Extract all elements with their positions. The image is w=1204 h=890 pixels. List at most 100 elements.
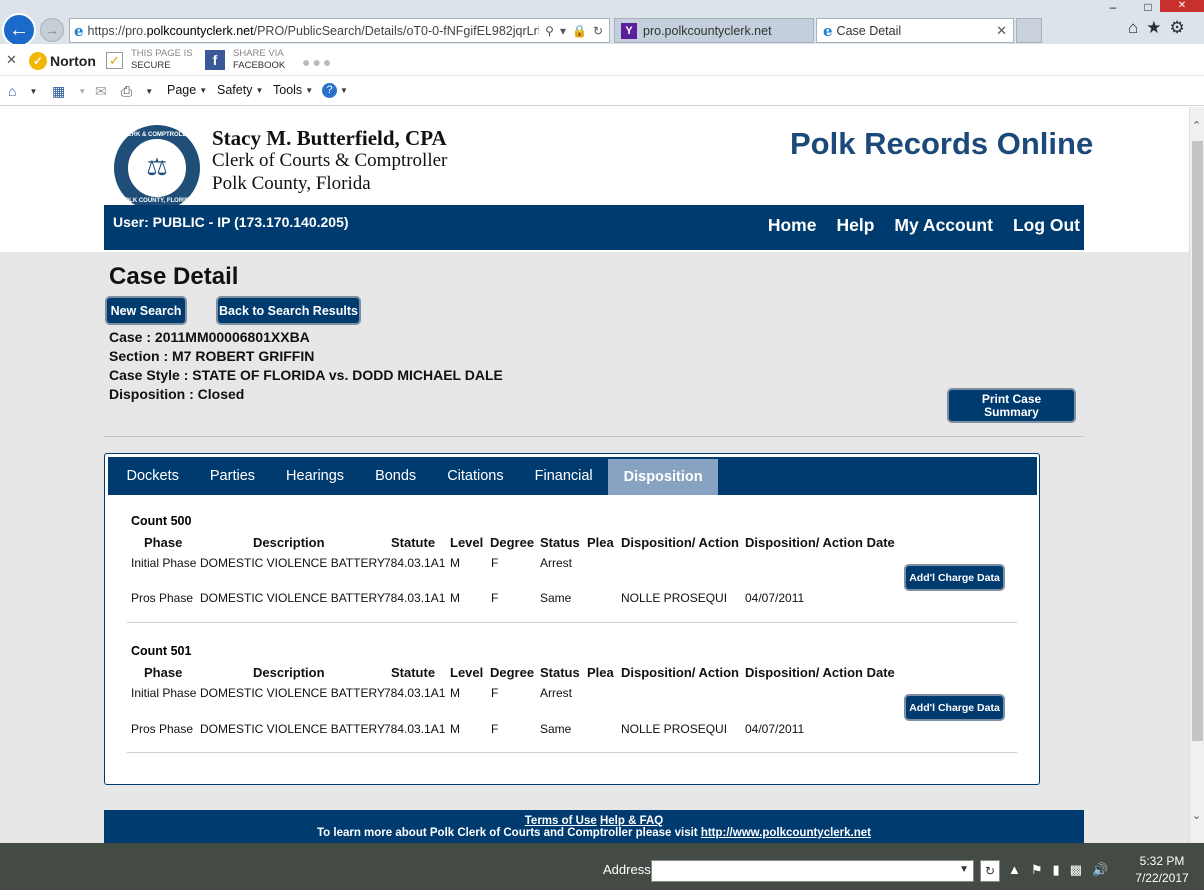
tools-menu[interactable]: Tools ▼	[273, 83, 313, 97]
clerk-website-link[interactable]: http://www.polkcountyclerk.net	[701, 827, 871, 839]
norton-button[interactable]: ✓ Norton	[29, 49, 96, 73]
page-secure-badge[interactable]: ✓ THIS PAGE IS SECURE	[106, 48, 193, 72]
help-menu[interactable]: ? ▼	[322, 83, 348, 98]
dropdown-icon[interactable]: ▾	[560, 24, 566, 38]
col-header-statute: Statute	[391, 665, 436, 680]
url-text[interactable]: https://pro.polkcountyclerk.net/PRO/Publ…	[88, 24, 540, 38]
new-search-button[interactable]: New Search	[105, 296, 187, 325]
nav-home-link[interactable]: Home	[768, 215, 817, 236]
minimize-icon[interactable]: –	[1098, 0, 1128, 14]
ie-logo-icon: e	[823, 21, 833, 40]
help-faq-link[interactable]: Help & FAQ	[600, 815, 663, 827]
taskbar-address-input[interactable]: ▼	[651, 860, 974, 882]
divider	[104, 436, 1084, 437]
tab-financial[interactable]: Financial	[519, 457, 608, 495]
count-title: Count 500	[131, 514, 192, 528]
main-navbar: User: PUBLIC - IP (173.170.140.205) Home…	[104, 205, 1084, 250]
action-center-flag-icon[interactable]: ⚑	[1031, 862, 1043, 878]
cell-level: M	[450, 722, 460, 736]
col-header-statute: Statute	[391, 535, 436, 550]
cell-level: M	[450, 686, 460, 700]
refresh-icon[interactable]: ↻	[593, 24, 603, 38]
cell-degree: F	[491, 556, 499, 570]
cell-status: Same	[540, 722, 572, 736]
tab-citations[interactable]: Citations	[432, 457, 519, 495]
home-menu[interactable]: ⌂ ▼	[8, 83, 37, 99]
mail-button[interactable]: ✉	[95, 83, 107, 100]
nav-help-link[interactable]: Help	[836, 215, 874, 236]
cell-description: DOMESTIC VIOLENCE BATTERY	[200, 722, 385, 736]
col-header-disposition-action-date: Disposition/ Action Date	[745, 535, 895, 550]
tab-dockets[interactable]: Dockets	[111, 457, 194, 495]
close-tab-icon[interactable]: ✕	[996, 23, 1007, 39]
cell-level: M	[450, 591, 460, 605]
cell-degree: F	[491, 722, 499, 736]
tab-polk-domain[interactable]: Y pro.polkcountyclerk.net	[614, 18, 814, 43]
home-icon[interactable]: ⌂	[1128, 18, 1138, 38]
favorites-star-icon[interactable]: ★	[1146, 18, 1161, 38]
col-header-plea: Plea	[587, 535, 614, 550]
vertical-scrollbar[interactable]: ⌃ ⌄	[1189, 107, 1204, 843]
search-icon[interactable]: ⚲	[545, 24, 554, 38]
feeds-menu[interactable]: ▦ ▼	[52, 83, 86, 100]
col-header-description: Description	[253, 535, 325, 550]
safety-menu[interactable]: Safety ▼	[217, 83, 263, 97]
cell-phase: Pros Phase	[131, 722, 194, 736]
home-icon: ⌂	[8, 83, 17, 99]
forward-arrow-icon[interactable]: →	[40, 18, 64, 42]
close-toolbar-icon[interactable]: ✕	[6, 52, 17, 68]
system-tray: ▲ ⚑ ▮ ▩ 🔊	[1008, 862, 1108, 878]
tab-bonds[interactable]: Bonds	[360, 457, 432, 495]
clerk-seal-logo: CLERK & COMPTROLLER ⚖ POLK COUNTY, FLORI…	[114, 125, 200, 211]
col-header-disposition-action: Disposition/ Action	[621, 535, 739, 550]
taskbar-address-label: Address	[603, 862, 651, 877]
maximize-icon[interactable]: □	[1133, 0, 1163, 14]
page-menu[interactable]: Page ▼	[167, 83, 207, 97]
tray-expand-icon[interactable]: ▲	[1008, 862, 1021, 878]
new-tab-button[interactable]	[1016, 18, 1042, 43]
printer-icon: ⎙	[121, 83, 133, 99]
tab-disposition[interactable]: Disposition	[608, 459, 719, 495]
volume-icon[interactable]: 🔊	[1092, 862, 1108, 878]
norton-check-icon: ✓	[29, 52, 47, 70]
print-menu[interactable]: ⎙ ▼	[121, 83, 153, 100]
nav-log-out-link[interactable]: Log Out	[1013, 215, 1080, 236]
system-clock[interactable]: 5:32 PM 7/22/2017	[1130, 853, 1194, 887]
col-header-disposition-action-date: Disposition/ Action Date	[745, 665, 895, 680]
scrollbar-thumb[interactable]	[1192, 141, 1203, 741]
back-arrow-icon[interactable]: ←	[2, 13, 36, 47]
network-signal-icon[interactable]: ▩	[1070, 862, 1082, 878]
gear-icon[interactable]: ⚙	[1170, 18, 1185, 38]
battery-icon[interactable]: ▮	[1053, 862, 1060, 878]
cell-phase: Pros Phase	[131, 591, 194, 605]
window-close-icon[interactable]: ✕	[1160, 0, 1204, 12]
chevron-down-icon[interactable]: ▼	[959, 864, 969, 875]
mail-icon: ✉	[95, 83, 107, 99]
cell-description: DOMESTIC VIOLENCE BATTERY	[200, 591, 385, 605]
col-header-degree: Degree	[490, 665, 535, 680]
tab-hearings[interactable]: Hearings	[271, 457, 360, 495]
tab-case-detail[interactable]: e Case Detail ✕	[816, 18, 1014, 43]
row-divider	[127, 622, 1017, 623]
case-disposition: Disposition : Closed	[109, 386, 245, 402]
lock-icon[interactable]: 🔒	[572, 24, 587, 38]
cell-disposition-action-date: 04/07/2011	[745, 591, 805, 605]
col-header-disposition-action: Disposition/ Action	[621, 665, 739, 680]
ie-logo-icon: e	[74, 21, 84, 40]
back-to-search-results-button[interactable]: Back to Search Results	[216, 296, 361, 325]
address-bar[interactable]: e https://pro.polkcountyclerk.net/PRO/Pu…	[69, 18, 610, 43]
terms-of-use-link[interactable]: Terms of Use	[525, 815, 597, 827]
addl-charge-data-button[interactable]: Add'l Charge Data	[904, 564, 1005, 591]
nav-my-account-link[interactable]: My Account	[894, 215, 993, 236]
tab-parties[interactable]: Parties	[194, 457, 270, 495]
cell-degree: F	[491, 591, 499, 605]
cell-statute: 784.03.1A1	[384, 556, 446, 570]
more-options-icon[interactable]: ●●●	[302, 54, 333, 70]
scroll-up-icon[interactable]: ⌃	[1192, 119, 1201, 132]
col-header-description: Description	[253, 665, 325, 680]
taskbar-refresh-icon[interactable]: ↻	[980, 860, 1000, 882]
print-case-summary-button[interactable]: Print Case Summary	[947, 388, 1076, 423]
addl-charge-data-button[interactable]: Add'l Charge Data	[904, 694, 1005, 721]
scroll-down-icon[interactable]: ⌄	[1192, 809, 1201, 822]
share-facebook-button[interactable]: f SHARE VIA FACEBOOK	[205, 48, 285, 72]
